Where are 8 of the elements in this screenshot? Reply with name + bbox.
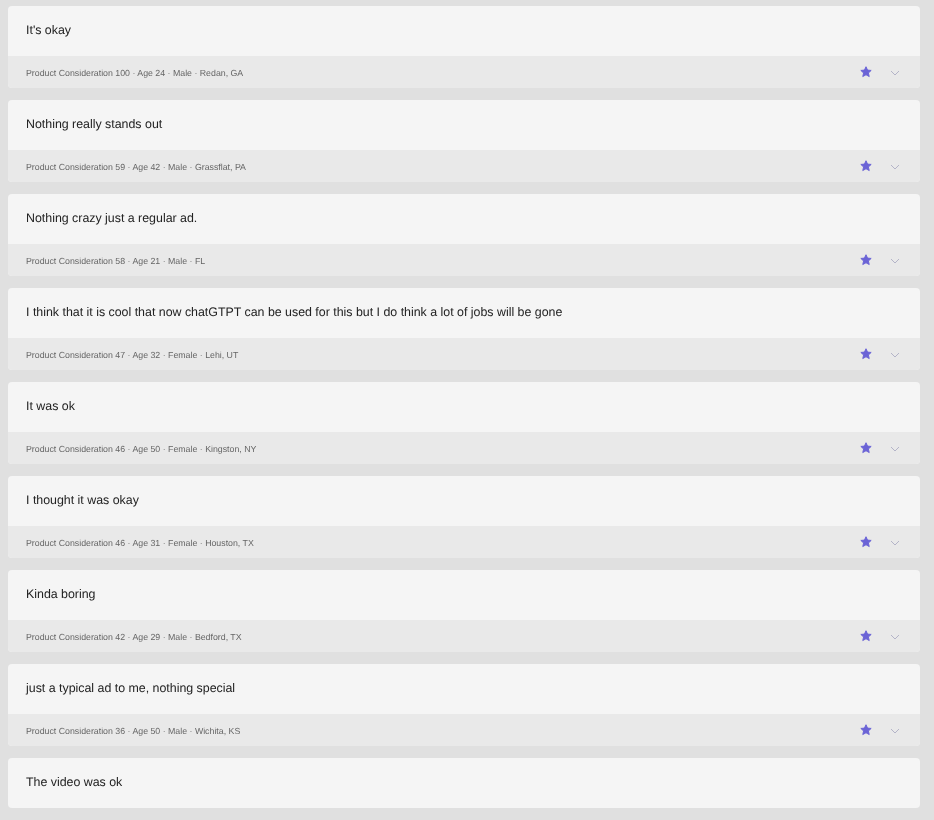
- star-icon[interactable]: [860, 442, 872, 454]
- star-icon[interactable]: [860, 630, 872, 642]
- star-icon[interactable]: [860, 160, 872, 172]
- star-icon[interactable]: [860, 724, 872, 736]
- star-icon[interactable]: [860, 348, 872, 360]
- star-icon[interactable]: [860, 66, 872, 78]
- star-icon[interactable]: [860, 536, 872, 548]
- star-icon[interactable]: [860, 254, 872, 266]
